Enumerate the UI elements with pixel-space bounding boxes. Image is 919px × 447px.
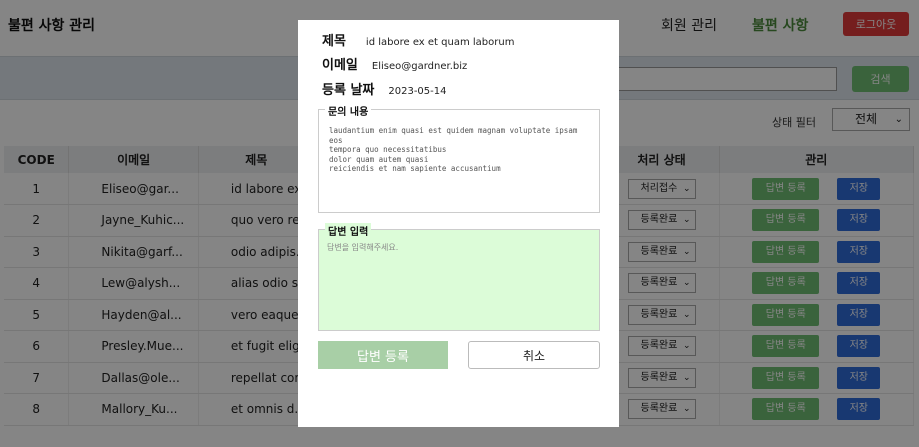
modal-title-label: 제목 (322, 34, 346, 49)
answer-legend: 답변 입력 (325, 223, 372, 238)
inquiry-content-box: 문의 내용 laudantium enim quasi est quidem m… (318, 103, 600, 213)
inquiry-legend: 문의 내용 (325, 103, 372, 118)
modal-email-label: 이메일 (322, 58, 358, 73)
submit-answer-button[interactable]: 답변 등록 (318, 341, 448, 369)
modal-email-row: 이메일 Eliseo@gardner.biz (322, 54, 467, 73)
modal-title-value: id labore ex et quam laborum (365, 37, 515, 48)
inquiry-content-text: laudantium enim quasi est quidem magnam … (329, 126, 578, 173)
modal-email-value: Eliseo@gardner.biz (371, 61, 468, 72)
modal-date-row: 등록 날짜 2023-05-14 (322, 79, 447, 98)
answer-input-box: 답변 입력 (318, 223, 600, 331)
modal-date-value: 2023-05-14 (388, 86, 447, 97)
cancel-button[interactable]: 취소 (468, 341, 600, 369)
complaint-detail-modal: 제목 id labore ex et quam laborum 이메일 Elis… (298, 20, 619, 427)
modal-title-row: 제목 id labore ex et quam laborum (322, 30, 514, 49)
modal-date-label: 등록 날짜 (322, 83, 375, 98)
answer-textarea[interactable] (327, 242, 591, 322)
